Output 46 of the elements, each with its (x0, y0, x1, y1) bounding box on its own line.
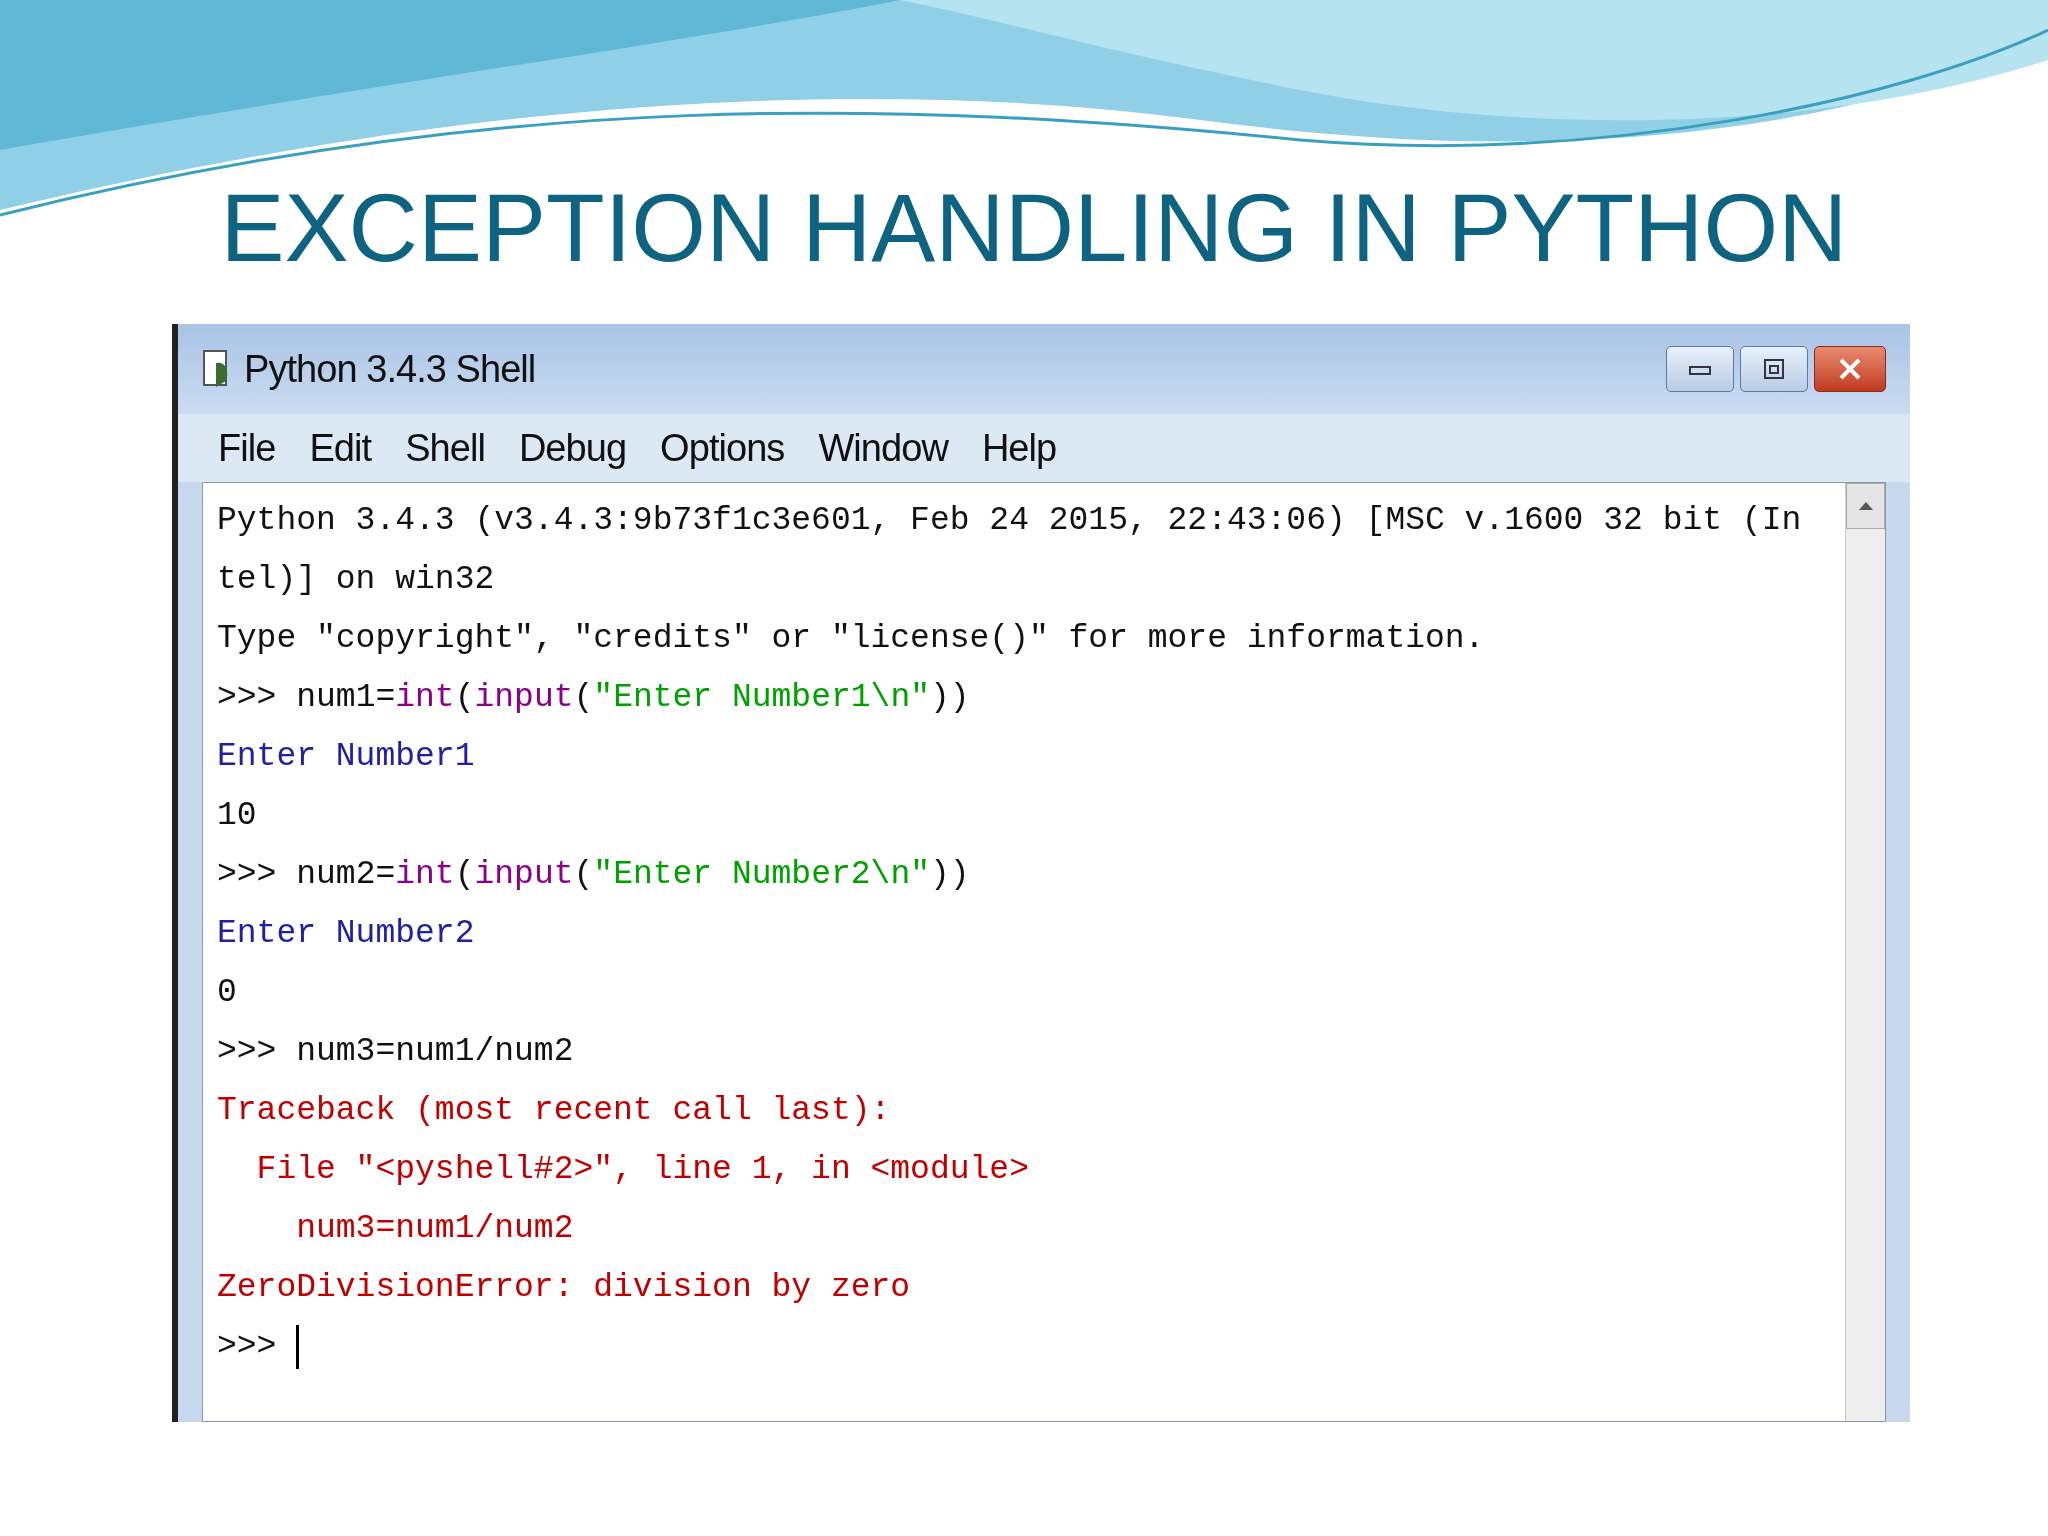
code-text: num3=num1/num2 (295, 1208, 574, 1249)
code-text: tel)] on win32 (217, 559, 495, 600)
menu-item[interactable]: Edit (309, 419, 372, 477)
code-text: ( (573, 677, 594, 718)
code-text: )) (930, 854, 970, 895)
code-text: Enter Number2 (217, 913, 475, 954)
code-text: >>> (217, 677, 278, 718)
slide-title: EXCEPTION HANDLING IN PYTHON (220, 180, 1848, 276)
close-button[interactable] (1814, 346, 1886, 392)
maximize-button[interactable] (1740, 346, 1808, 392)
code-text: 10 (217, 795, 257, 836)
code-text: 0 (217, 972, 237, 1013)
minimize-button[interactable] (1666, 346, 1734, 392)
close-icon (1838, 357, 1862, 381)
code-text: )) (930, 677, 970, 718)
maximize-icon (1763, 358, 1785, 380)
up-arrow-icon (1858, 502, 1873, 510)
code-text: num1= (296, 677, 396, 718)
code-text: ( (454, 854, 475, 895)
menu-item[interactable]: Window (818, 419, 948, 477)
code-text: >>> (217, 854, 278, 895)
menu-item[interactable]: File (218, 419, 276, 477)
scroll-up-button[interactable] (1846, 483, 1885, 529)
code-text: "Enter Number2\n" (593, 854, 930, 895)
code-text: >>> (217, 1326, 278, 1367)
code-text: "Enter Number1\n" (593, 677, 930, 718)
code-text: File "<pyshell#2>", line 1, in <module> (255, 1149, 1029, 1190)
code-text: Traceback (most recent call last): (217, 1090, 891, 1131)
code-text: int (395, 854, 455, 895)
code-text: Python 3.4.3 (v3.4.3:9b73f1c3e601, Feb 24 2015, 22:43:06) [MSC v.1600 32 bit (In (217, 500, 1802, 541)
code-text: >>> num3=num1/num2 (217, 1031, 574, 1072)
menu-item[interactable]: Shell (405, 419, 485, 477)
minimize-icon (1689, 363, 1711, 375)
code-text: input (474, 677, 574, 718)
window-title: Python 3.4.3 Shell (244, 346, 536, 392)
menu-item[interactable]: Options (660, 419, 785, 477)
code-text: Enter Number1 (217, 736, 475, 777)
code-text: ZeroDivisionError: division by zero (217, 1267, 911, 1308)
code-text: int (395, 677, 455, 718)
code-text: num2= (296, 854, 396, 895)
code-text: ( (573, 854, 594, 895)
menu-item[interactable]: Help (981, 419, 1057, 477)
code-text: input (474, 854, 574, 895)
menu-item[interactable]: Debug (518, 419, 627, 477)
code-text: ( (454, 677, 475, 718)
code-text: Type "copyright", "credits" or "license()" for more information. (217, 618, 1485, 659)
